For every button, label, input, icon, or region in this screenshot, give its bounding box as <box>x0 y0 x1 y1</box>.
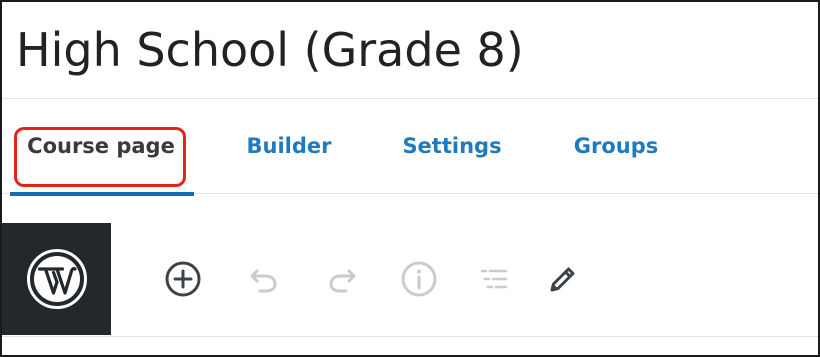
screenshot-frame: High School (Grade 8) Course page Builde… <box>0 0 820 357</box>
tab-settings[interactable]: Settings <box>384 99 520 193</box>
add-block-button[interactable] <box>159 255 207 303</box>
wordpress-logo-button[interactable] <box>2 223 111 335</box>
outline-icon <box>480 269 508 289</box>
details-button[interactable] <box>395 255 443 303</box>
course-tabs: Course page Builder Settings Groups <box>2 99 818 196</box>
tab-builder[interactable]: Builder <box>226 99 352 193</box>
info-icon <box>401 261 437 297</box>
tab-course-page[interactable]: Course page <box>10 99 194 196</box>
redo-button[interactable] <box>318 255 366 303</box>
edit-button[interactable] <box>539 255 587 303</box>
page-title: High School (Grade 8) <box>16 23 524 77</box>
tab-groups-label: Groups <box>573 134 659 158</box>
redo-icon <box>329 269 356 293</box>
undo-button[interactable] <box>240 255 288 303</box>
tab-groups[interactable]: Groups <box>554 99 678 193</box>
tab-settings-label: Settings <box>402 134 502 158</box>
undo-icon <box>250 269 277 293</box>
editor-toolbar <box>2 194 818 337</box>
tab-course-page-label: Course page <box>27 134 175 158</box>
outline-button[interactable] <box>470 255 518 303</box>
pencil-icon <box>550 267 575 292</box>
page-header: High School (Grade 8) <box>2 2 818 99</box>
add-block-icon <box>165 261 201 297</box>
tab-builder-label: Builder <box>246 134 332 158</box>
wordpress-icon <box>26 249 87 309</box>
